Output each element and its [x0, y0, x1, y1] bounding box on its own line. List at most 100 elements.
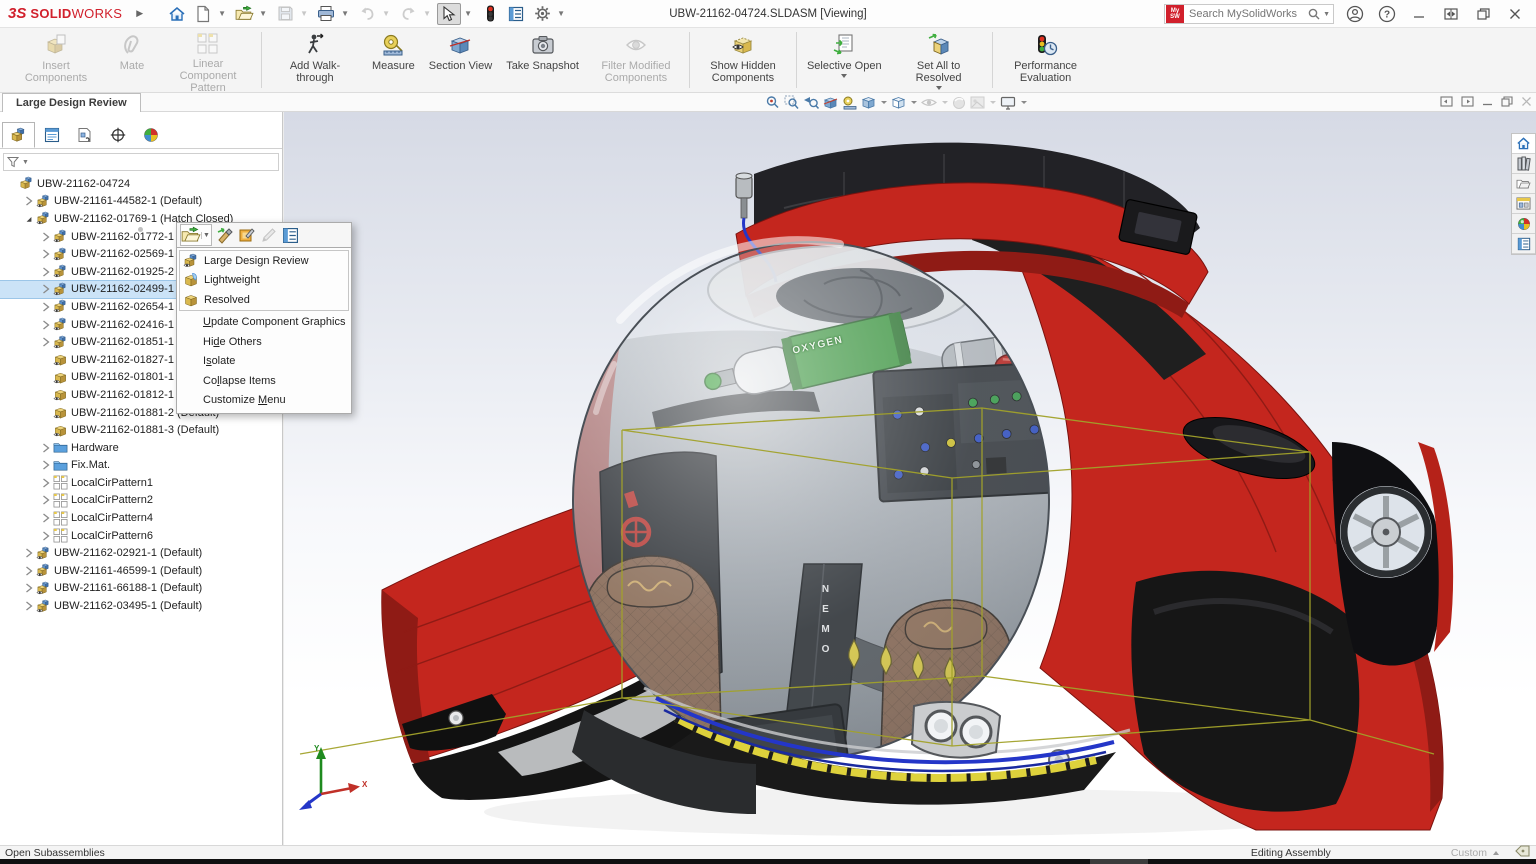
tree-item[interactable]: LocalCirPattern6: [0, 527, 282, 545]
user-account-icon[interactable]: [1344, 3, 1366, 25]
expand-arrow-icon[interactable]: [40, 460, 52, 470]
menu-item-resolved[interactable]: Resolved: [180, 290, 348, 310]
task-home-icon[interactable]: [1512, 134, 1535, 154]
set-all-to-resolved-button[interactable]: Set All to Resolved: [889, 28, 989, 92]
view-palette-icon[interactable]: [1512, 194, 1535, 214]
set-resolved-icon[interactable]: [216, 225, 234, 245]
add-walk-through-button[interactable]: Add Walk-through: [265, 28, 365, 92]
tree-item[interactable]: Fix.Mat.: [0, 457, 282, 475]
tree-item[interactable]: UBW-21161-46599-1 (Default): [0, 562, 282, 580]
component-list-icon[interactable]: [504, 3, 528, 25]
tree-item[interactable]: UBW-21161-44582-1 (Default): [0, 193, 282, 211]
open-button[interactable]: ▼: [180, 224, 212, 246]
menu-item-customize-menu[interactable]: Customize Menu: [179, 391, 349, 411]
expand-arrow-icon[interactable]: [40, 443, 52, 453]
tag-icon[interactable]: [1515, 845, 1530, 860]
config-up-arrow-icon[interactable]: [1493, 850, 1499, 855]
expand-arrow-icon[interactable]: [40, 302, 52, 312]
new-document-icon[interactable]: [191, 3, 215, 25]
open-dropdown-icon[interactable]: ▼: [258, 3, 268, 25]
search-input[interactable]: [1187, 7, 1308, 21]
options-dropdown-icon[interactable]: ▼: [556, 3, 566, 25]
custom-properties-icon[interactable]: [1512, 234, 1535, 254]
expand-arrow-icon[interactable]: [40, 232, 52, 242]
tree-item[interactable]: UBW-21162-02921-1 (Default): [0, 544, 282, 562]
search-icon[interactable]: [1307, 7, 1321, 21]
menu-flyout-arrow-icon[interactable]: ▶: [136, 8, 143, 19]
tree-item[interactable]: UBW-21162-03495-1 (Default): [0, 597, 282, 615]
display-style-dropdown-icon[interactable]: [911, 101, 917, 104]
selective-open-dropdown-icon[interactable]: [841, 74, 848, 78]
view-orientation-icon[interactable]: [861, 95, 876, 110]
print-icon[interactable]: [314, 3, 338, 25]
zoom-to-area-icon[interactable]: [784, 95, 799, 110]
section-view-button[interactable]: Section View: [422, 28, 499, 92]
help-icon[interactable]: ?: [1376, 3, 1398, 25]
view-orientation-dropdown-icon[interactable]: [881, 101, 887, 104]
expand-arrow-icon[interactable]: [40, 337, 52, 347]
collapse-left-pane-icon[interactable]: [1440, 95, 1453, 110]
tree-item[interactable]: UBW-21161-66188-1 (Default): [0, 580, 282, 598]
search-box[interactable]: MySW ▼: [1164, 4, 1334, 24]
make-virtual-icon[interactable]: [238, 225, 256, 245]
dimxpertmanager-tab[interactable]: [101, 122, 134, 148]
expand-arrow-icon[interactable]: [23, 601, 35, 611]
expand-arrow-icon[interactable]: [40, 249, 52, 259]
expand-arrow-icon[interactable]: [23, 566, 35, 576]
options-gear-icon[interactable]: [530, 3, 554, 25]
open-dropdown-icon[interactable]: ▼: [201, 231, 211, 239]
take-snapshot-button[interactable]: Take Snapshot: [499, 28, 586, 92]
search-dropdown-icon[interactable]: ▼: [1323, 11, 1330, 18]
expand-arrow-icon[interactable]: [40, 320, 52, 330]
performance-evaluation-button[interactable]: Performance Evaluation: [996, 28, 1096, 92]
collapse-right-pane-icon[interactable]: [1461, 95, 1474, 110]
configurationmanager-tab[interactable]: [68, 122, 101, 148]
measure-hud-icon[interactable]: [842, 95, 857, 110]
tree-filter-field[interactable]: ▼: [3, 153, 279, 171]
minimize-icon[interactable]: [1408, 3, 1430, 25]
menu-item-large-design-review[interactable]: Large Design Review: [180, 251, 348, 271]
tree-item[interactable]: LocalCirPattern4: [0, 509, 282, 527]
dock-icon[interactable]: [1440, 3, 1462, 25]
display-style-icon[interactable]: [891, 95, 906, 110]
select-tool-icon[interactable]: [437, 2, 462, 25]
expand-arrow-icon[interactable]: [40, 478, 52, 488]
previous-view-icon[interactable]: [803, 95, 819, 110]
restore-icon[interactable]: [1472, 3, 1494, 25]
filter-funnel-icon[interactable]: [7, 156, 19, 168]
expand-arrow-icon[interactable]: [40, 513, 52, 523]
measure-button[interactable]: Measure: [365, 28, 422, 92]
appearances-icon[interactable]: [1512, 214, 1535, 234]
section-view-hud-icon[interactable]: [823, 95, 838, 110]
collapse-arrow-icon[interactable]: [23, 214, 35, 224]
tree-item[interactable]: LocalCirPattern2: [0, 492, 282, 510]
expand-arrow-icon[interactable]: [40, 495, 52, 505]
open-icon[interactable]: [232, 3, 256, 25]
graphics-area[interactable]: NEMO OXYGEN X Y: [284, 112, 1536, 845]
view-settings-icon[interactable]: [1000, 96, 1016, 110]
propertymanager-tab[interactable]: [35, 122, 68, 148]
selective-open-button[interactable]: Selective Open: [800, 28, 889, 92]
home-icon[interactable]: [165, 3, 189, 25]
zoom-to-fit-icon[interactable]: [765, 95, 780, 110]
set-all-to-resolved-dropdown-icon[interactable]: [935, 86, 942, 90]
design-library-icon[interactable]: [1512, 154, 1535, 174]
tree-item[interactable]: Hardware: [0, 439, 282, 457]
menu-item-lightweight[interactable]: Lightweight: [180, 271, 348, 291]
expand-arrow-icon[interactable]: [40, 267, 52, 277]
tree-item[interactable]: LocalCirPattern1: [0, 474, 282, 492]
show-hidden-components-button[interactable]: Show Hidden Components: [693, 28, 793, 92]
3d-model-submersible[interactable]: [284, 112, 1536, 845]
file-explorer-icon[interactable]: [1512, 174, 1535, 194]
expand-arrow-icon[interactable]: [40, 284, 52, 294]
menu-item-collapse-items[interactable]: Collapse Items: [179, 371, 349, 391]
restore-doc-icon[interactable]: [1501, 95, 1513, 110]
tree-item[interactable]: UBW-21162-01881-3 (Default): [0, 421, 282, 439]
featuremanager-tab[interactable]: [2, 122, 35, 148]
expand-arrow-icon[interactable]: [40, 531, 52, 541]
displaymanager-tab[interactable]: [134, 122, 167, 148]
minimize-doc-icon[interactable]: [1482, 96, 1493, 110]
acrylic-dome[interactable]: [572, 236, 1050, 759]
tab-large-design-review[interactable]: Large Design Review: [2, 93, 141, 112]
menu-item-isolate[interactable]: Isolate: [179, 352, 349, 372]
